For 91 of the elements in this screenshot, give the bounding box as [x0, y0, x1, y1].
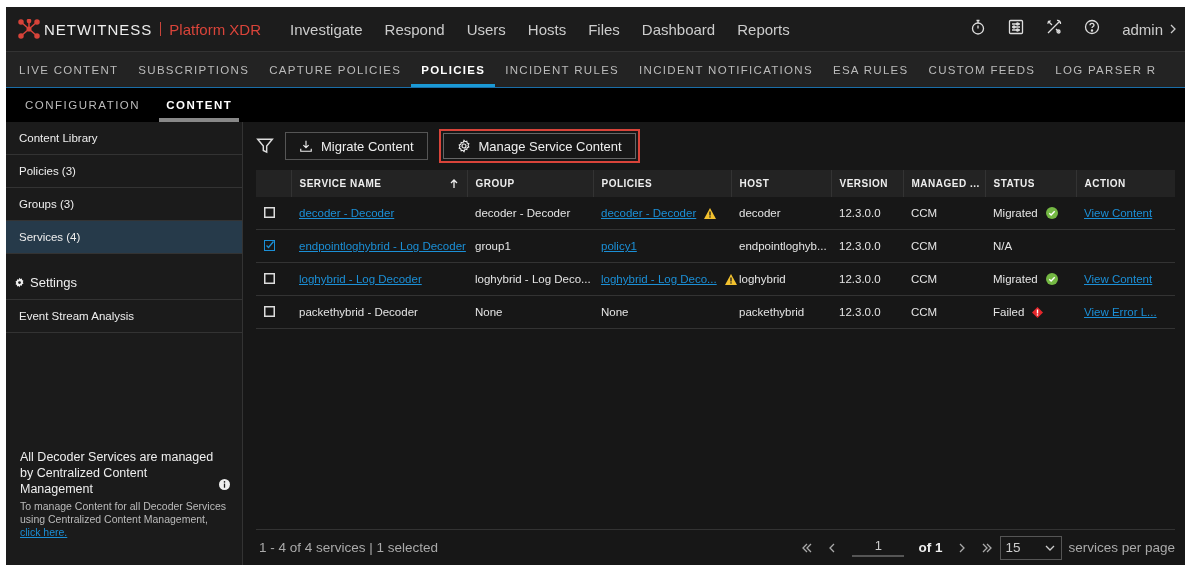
- toolbar-button[interactable]: Manage Service Content: [438, 129, 640, 163]
- tab[interactable]: CUSTOM FEEDS: [918, 52, 1046, 87]
- product-name: Platform XDR: [169, 20, 262, 38]
- sliders-icon[interactable]: [1008, 19, 1025, 35]
- column-header[interactable]: HOST: [739, 178, 770, 189]
- note-text: To manage Content for all Decoder Services using Centralized Content Management, click here.: [20, 500, 228, 539]
- table-cell: decoder - Decoder: [475, 207, 571, 219]
- table-cell: CCM: [911, 240, 938, 252]
- gear-icon: [14, 277, 25, 288]
- nav-item[interactable]: Users: [455, 20, 517, 38]
- sidebar-item[interactable]: Services (4): [6, 221, 242, 254]
- checkbox[interactable]: [264, 239, 275, 251]
- service-name-link[interactable]: decoder - Decoder: [299, 207, 395, 219]
- tab[interactable]: LOG PARSER R: [1045, 52, 1167, 87]
- sort-up-icon: [448, 178, 459, 189]
- of-label: of: [918, 540, 932, 555]
- table-cell: packethybrid: [739, 306, 805, 318]
- filter-icon[interactable]: [256, 137, 274, 155]
- stopwatch-icon[interactable]: [970, 19, 987, 35]
- table-cell: 12.3.0.0: [839, 273, 881, 285]
- table-cell: endpointloghyb...: [739, 240, 827, 252]
- nav-item[interactable]: Reports: [726, 20, 801, 38]
- summary-text: 1 - 4 of 4 services | 1 selected: [259, 540, 439, 555]
- help-icon[interactable]: [1084, 19, 1101, 35]
- action-link[interactable]: View Error L...: [1084, 306, 1157, 318]
- action-link[interactable]: View Content: [1084, 207, 1153, 219]
- sidebar-item[interactable]: Content Library: [6, 122, 242, 155]
- brand-name: NETWITNESS: [44, 20, 153, 38]
- click-here-link[interactable]: click here.: [20, 526, 68, 538]
- page-size-select[interactable]: 15: [1000, 535, 1063, 560]
- table-cell: loghybrid: [739, 273, 786, 285]
- note-title: All Decoder Services are managed by Centralized Content Management: [20, 449, 215, 497]
- per-page-label: services per page: [1068, 540, 1175, 555]
- caret-icon: [1045, 544, 1056, 551]
- sidebar-item[interactable]: Policies (3): [6, 155, 242, 188]
- tab[interactable]: INCIDENT RULES: [495, 52, 630, 87]
- info-icon: [219, 479, 230, 490]
- tab[interactable]: LIVE CONTENT: [9, 52, 129, 87]
- toolbar-button[interactable]: Migrate Content: [285, 132, 428, 160]
- nav-item[interactable]: Respond: [373, 20, 456, 38]
- service-name: packethybrid - Decoder: [299, 306, 418, 318]
- status-text: Migrated: [993, 207, 1038, 219]
- section-header: Settings: [30, 275, 77, 290]
- table-cell: CCM: [911, 273, 938, 285]
- column-header[interactable]: STATUS: [993, 178, 1035, 189]
- tab[interactable]: CAPTURE POLICIES: [259, 52, 412, 87]
- warning-icon: [704, 207, 717, 219]
- status-text: Migrated: [993, 273, 1038, 285]
- page-field[interactable]: 1: [852, 538, 905, 557]
- table-cell: loghybrid - Log Deco...: [475, 273, 591, 285]
- sidebar-item[interactable]: Event Stream Analysis: [6, 300, 242, 333]
- policy-name-link[interactable]: policy1: [601, 240, 637, 252]
- table-cell: decoder: [739, 207, 781, 219]
- action-link[interactable]: View Content: [1084, 273, 1153, 285]
- check-circle-icon: [1045, 207, 1058, 219]
- policy-name-link[interactable]: loghybrid - Log Deco...: [601, 273, 717, 285]
- download-icon: [299, 139, 313, 153]
- table-cell: CCM: [911, 306, 938, 318]
- table-cell: 12.3.0.0: [839, 240, 881, 252]
- column-header[interactable]: POLICIES: [601, 178, 653, 189]
- column-header[interactable]: SERVICE NAME: [299, 178, 382, 189]
- warning-icon: [724, 273, 737, 285]
- check-circle-icon: [1045, 273, 1058, 285]
- policy-name-link[interactable]: decoder - Decoder: [601, 207, 697, 219]
- column-header[interactable]: ACTION: [1084, 178, 1126, 189]
- service-name-link[interactable]: endpointloghybrid - Log Decoder: [299, 240, 466, 252]
- tools-icon[interactable]: [1046, 19, 1063, 35]
- tab[interactable]: SUBSCRIPTIONS: [128, 52, 260, 87]
- status-text: N/A: [993, 240, 1013, 252]
- nav-item[interactable]: Investigate: [279, 20, 374, 38]
- tab[interactable]: INCIDENT NOTIFICATIONS: [629, 52, 823, 87]
- nav-item[interactable]: Hosts: [516, 20, 578, 38]
- tab[interactable]: CONFIGURATION: [18, 88, 148, 122]
- nav-item[interactable]: Files: [577, 20, 631, 38]
- table-cell: 12.3.0.0: [839, 306, 881, 318]
- nav-item[interactable]: Dashboard: [630, 20, 727, 38]
- error-diamond-icon: [1032, 306, 1044, 318]
- first-page-icon[interactable]: [800, 541, 813, 554]
- service-name-link[interactable]: loghybrid - Log Decoder: [299, 273, 422, 285]
- table-cell: CCM: [911, 207, 938, 219]
- page-total: 1: [934, 540, 943, 555]
- status-text: Failed: [993, 306, 1025, 318]
- user-menu[interactable]: admin: [1111, 20, 1185, 38]
- column-header[interactable]: GROUP: [475, 178, 515, 189]
- logo-icon: [18, 19, 40, 39]
- table-cell: 12.3.0.0: [839, 207, 881, 219]
- gear-icon: [456, 139, 471, 153]
- tab[interactable]: ESA RULES: [822, 52, 919, 87]
- table-cell: None: [475, 306, 503, 318]
- table-cell: group1: [475, 240, 511, 252]
- policy-name: None: [601, 306, 629, 318]
